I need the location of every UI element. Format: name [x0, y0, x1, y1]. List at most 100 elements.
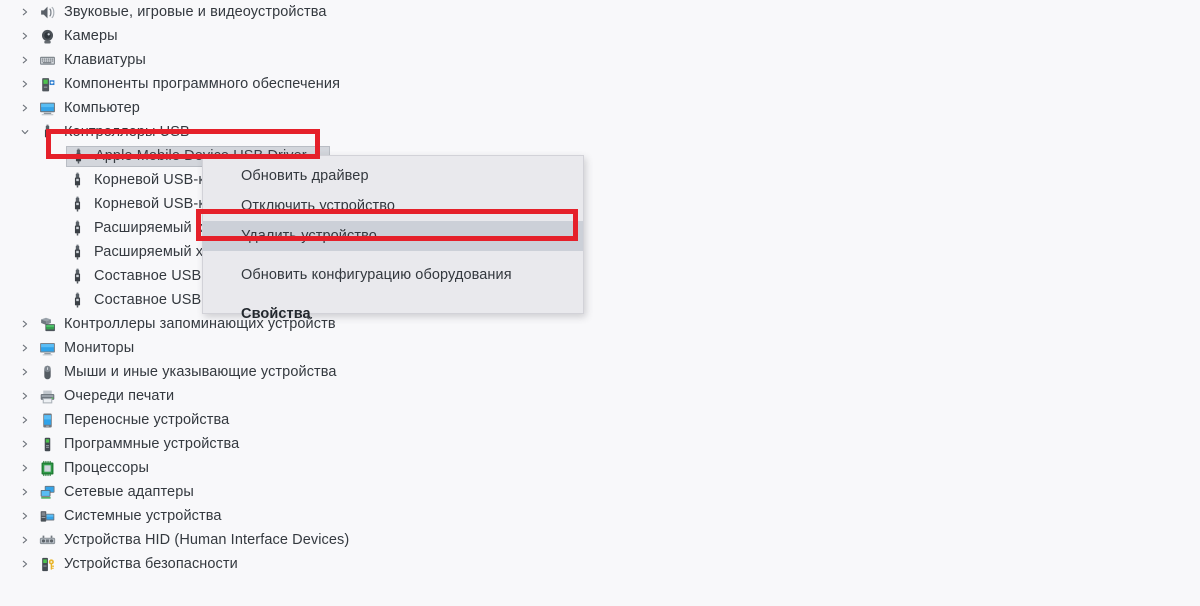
tree-item-content[interactable]: Устройства безопасности: [36, 556, 238, 573]
tree-item[interactable]: Очереди печати: [0, 384, 700, 408]
tree-item-content[interactable]: Программные устройства: [36, 436, 239, 453]
tree-item-content[interactable]: Мыши и иные указывающие устройства: [36, 364, 337, 381]
tree-item-content[interactable]: Очереди печати: [36, 388, 174, 405]
tree-item-content[interactable]: Контроллеры USB: [36, 124, 190, 141]
chevron-right-icon[interactable]: [14, 464, 36, 472]
context-menu[interactable]: Обновить драйвер Отключить устройство Удал…: [202, 155, 584, 322]
context-menu-item[interactable]: Удалить устройство: [203, 221, 583, 251]
tree-item-indent: Мониторы: [0, 340, 134, 357]
tree-item-indent: Контроллеры USB: [0, 124, 190, 141]
chevron-right-icon[interactable]: [14, 536, 36, 544]
context-menu-item[interactable]: Обновить драйвер: [203, 161, 583, 191]
chevron-right-icon: [44, 152, 66, 160]
tree-item[interactable]: Компьютер: [0, 96, 700, 120]
chevron-right-icon[interactable]: [14, 392, 36, 400]
tree-item-label: Системные устройства: [64, 507, 222, 524]
tree-item[interactable]: Программные устройства: [0, 432, 700, 456]
tree-item[interactable]: Процессоры: [0, 456, 700, 480]
chevron-right-icon[interactable]: [14, 560, 36, 568]
tree-item-indent: Мыши и иные указывающие устройства: [0, 364, 337, 381]
tree-item-content[interactable]: Компоненты программного обеспечения: [36, 76, 340, 93]
tree-item-label: Устройства безопасности: [64, 555, 238, 572]
tree-item[interactable]: Компоненты программного обеспечения: [0, 72, 700, 96]
context-menu-item[interactable]: Свойства: [203, 299, 583, 329]
tree-item-label: Очереди печати: [64, 387, 175, 404]
context-menu-item[interactable]: Отключить устройство: [203, 191, 583, 221]
tree-item-indent: Компьютер: [0, 100, 140, 117]
chevron-right-icon[interactable]: [14, 512, 36, 520]
hid-icon: [36, 532, 58, 549]
printer-icon: [36, 388, 58, 405]
tree-item-content[interactable]: Мониторы: [36, 340, 134, 357]
chevron-right-icon[interactable]: [14, 8, 36, 16]
tree-item[interactable]: Клавиатуры: [0, 48, 700, 72]
tree-item-indent: Переносные устройства: [0, 412, 229, 429]
usb-device-icon: [66, 172, 88, 189]
chevron-right-icon: [44, 248, 66, 256]
chevron-right-icon: [44, 200, 66, 208]
tree-item-content[interactable]: Компьютер: [36, 100, 140, 117]
tree-item-indent: Сетевые адаптеры: [0, 484, 194, 501]
tree-item[interactable]: Устройства безопасности: [0, 552, 700, 576]
tree-item-content[interactable]: Клавиатуры: [36, 52, 146, 69]
tree-item-indent: Устройства HID (Human Interface Devices): [0, 532, 349, 549]
tree-item-content[interactable]: Камеры: [36, 28, 118, 45]
tree-item[interactable]: Мыши и иные указывающие устройства: [0, 360, 700, 384]
device-manager-window: Звуковые, игровые и видеоустройства Камер…: [0, 0, 1200, 606]
tree-item-label: Процессоры: [64, 459, 149, 476]
tree-item-label: Звуковые, игровые и видеоустройства: [64, 3, 327, 20]
tree-item-label: Камеры: [64, 27, 118, 44]
tree-item-content[interactable]: Процессоры: [36, 460, 149, 477]
tree-item-indent: Звуковые, игровые и видеоустройства: [0, 4, 327, 21]
chevron-right-icon[interactable]: [14, 320, 36, 328]
camera-icon: [36, 28, 58, 45]
chevron-right-icon[interactable]: [14, 368, 36, 376]
system-device-icon: [36, 508, 58, 525]
tree-item-indent: Очереди печати: [0, 388, 174, 405]
tree-item[interactable]: Контроллеры USB: [0, 120, 700, 144]
monitor-icon: [36, 340, 58, 357]
tree-item-content[interactable]: Сетевые адаптеры: [36, 484, 194, 501]
tree-item[interactable]: Камеры: [0, 24, 700, 48]
usb-device-icon: [66, 196, 88, 213]
chevron-right-icon[interactable]: [14, 32, 36, 40]
chevron-right-icon[interactable]: [14, 488, 36, 496]
tree-item-indent: Клавиатуры: [0, 52, 146, 69]
tree-item[interactable]: Переносные устройства: [0, 408, 700, 432]
chevron-down-icon[interactable]: [14, 128, 36, 136]
tree-item-indent: Системные устройства: [0, 508, 222, 525]
tree-item[interactable]: Устройства HID (Human Interface Devices): [0, 528, 700, 552]
usb-device-icon: [66, 244, 88, 261]
mouse-icon: [36, 364, 58, 381]
chevron-right-icon[interactable]: [14, 416, 36, 424]
tree-item-content[interactable]: Переносные устройства: [36, 412, 229, 429]
security-device-icon: [36, 556, 58, 573]
chevron-right-icon: [44, 224, 66, 232]
tree-item-indent: Устройства безопасности: [0, 556, 238, 573]
tree-item[interactable]: Звуковые, игровые и видеоустройства: [0, 0, 700, 24]
tree-item-content[interactable]: Системные устройства: [36, 508, 222, 525]
tree-item-label: Компьютер: [64, 99, 140, 116]
chevron-right-icon: [44, 296, 66, 304]
chevron-right-icon[interactable]: [14, 56, 36, 64]
tree-item[interactable]: Системные устройства: [0, 504, 700, 528]
usb-device-icon: [66, 220, 88, 237]
chevron-right-icon[interactable]: [14, 104, 36, 112]
tree-item-content[interactable]: Устройства HID (Human Interface Devices): [36, 532, 349, 549]
tree-item-indent: Процессоры: [0, 460, 149, 477]
tree-item-label: Контроллеры USB: [64, 123, 190, 140]
chevron-right-icon[interactable]: [14, 440, 36, 448]
chevron-right-icon[interactable]: [14, 344, 36, 352]
tree-item-label: Переносные устройства: [64, 411, 230, 428]
tree-item-content[interactable]: Звуковые, игровые и видеоустройства: [36, 4, 327, 21]
usb-device-icon: [66, 268, 88, 285]
chevron-right-icon: [44, 272, 66, 280]
context-menu-item[interactable]: Обновить конфигурацию оборудования: [203, 260, 583, 290]
network-adapter-icon: [36, 484, 58, 501]
chevron-right-icon[interactable]: [14, 80, 36, 88]
usb-icon: [36, 124, 58, 141]
tree-item[interactable]: Мониторы: [0, 336, 700, 360]
storage-controller-icon: [36, 316, 58, 333]
tree-item-indent: Программные устройства: [0, 436, 239, 453]
tree-item[interactable]: Сетевые адаптеры: [0, 480, 700, 504]
